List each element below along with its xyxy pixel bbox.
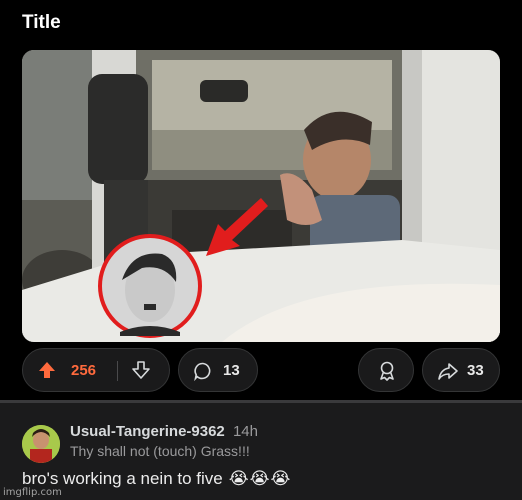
award-icon <box>380 361 394 381</box>
comment-username[interactable]: Usual-Tangerine-9362 <box>70 423 225 440</box>
share-button[interactable]: 33 <box>422 348 500 392</box>
downvote-arrow-icon[interactable] <box>131 360 151 380</box>
comments-button[interactable]: 13 <box>178 348 258 392</box>
watermark: imgflip.com <box>3 487 62 498</box>
upvote-arrow-icon[interactable] <box>37 360 57 380</box>
comment-text: bro's working a nein to five <box>22 469 223 488</box>
user-flair: Thy shall not (touch) Grass!!! <box>70 443 250 459</box>
comment-timestamp: 14h <box>232 423 258 440</box>
share-arrow-icon <box>438 363 458 380</box>
share-count: 33 <box>467 362 484 379</box>
vote-separator <box>117 361 118 381</box>
comment: Usual-Tangerine-9362 14h Thy shall not (… <box>0 403 522 500</box>
comment-body: bro's working a nein to five 😭😭😭 <box>22 469 291 489</box>
avatar[interactable] <box>22 425 60 463</box>
truck-photo <box>22 50 500 342</box>
crying-emojis: 😭😭😭 <box>228 469 292 489</box>
comment-count: 13 <box>223 362 240 379</box>
post-action-bar: 256 13 33 <box>22 348 500 392</box>
post-title[interactable]: Title <box>22 12 61 34</box>
award-button[interactable] <box>358 348 414 392</box>
comment-bubble-icon <box>194 362 211 381</box>
comment-header: Usual-Tangerine-9362 14h <box>70 423 258 440</box>
upvote-count: 256 <box>71 362 97 379</box>
user-avatar-image <box>22 425 60 463</box>
post-image[interactable] <box>22 50 500 342</box>
vote-pill: 256 <box>22 348 170 392</box>
